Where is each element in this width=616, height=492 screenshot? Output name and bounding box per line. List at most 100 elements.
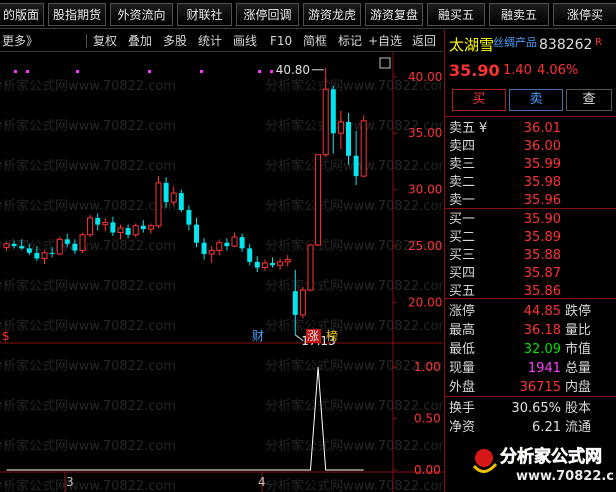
candle-body <box>292 291 298 315</box>
signal-dot <box>26 70 29 73</box>
industry-tag[interactable]: 丝绸产品 <box>493 33 537 52</box>
stat-row: 最低 32.09 市值 <box>445 340 616 359</box>
buy-level-price: 35.90 <box>523 212 561 227</box>
candle <box>117 224 124 240</box>
candle-body <box>110 222 116 233</box>
price-change: 1.40 <box>503 63 532 78</box>
kline-chart-area[interactable]: 分析家公式网www.70822.com 分析家公式网www.70822.com 分析… <box>0 52 443 492</box>
candle <box>337 110 344 150</box>
candle-body <box>337 121 344 134</box>
buy-button[interactable]: 买 <box>452 89 506 111</box>
watermark-text: 分析家公式网www.70822.com <box>0 198 176 214</box>
back-button[interactable]: 返回 <box>412 33 436 49</box>
candle-body <box>284 259 291 263</box>
stat-label: 最高 <box>449 323 476 338</box>
tab-foreign-flow[interactable]: 外资流向 <box>110 3 173 26</box>
buy-level-label: 买二 <box>449 230 476 245</box>
stat-row: 外盘 36715 内盘 <box>445 378 616 397</box>
candle-body <box>307 244 314 291</box>
simple-frame-button[interactable]: 简框 <box>303 33 327 49</box>
indicator-layer <box>6 366 364 471</box>
tab-margin-sell-five[interactable]: 融卖五 <box>489 3 549 26</box>
stat-label: 现量 <box>449 361 476 376</box>
buy-level-row[interactable]: 买二 35.89 <box>445 228 616 247</box>
buy-level-price: 35.87 <box>523 266 561 281</box>
indicator-series-line <box>6 366 364 471</box>
candle-body <box>247 248 253 262</box>
candle <box>194 217 199 248</box>
candle <box>239 233 245 252</box>
candle <box>224 238 230 251</box>
candle-body <box>49 252 55 254</box>
tab-limit-up-pullback[interactable]: 涨停回调 <box>236 3 299 26</box>
price-row: 35.90 1.40 4.06% <box>445 61 616 81</box>
candle-body <box>64 239 70 244</box>
candle <box>186 205 192 231</box>
tab-hot-money-list[interactable]: 游资龙虎 <box>303 3 361 26</box>
tab-hot-money-review[interactable]: 游资复盘 <box>365 3 423 26</box>
stat-row: 现量 1941 总量 <box>445 359 616 378</box>
candle <box>147 223 154 234</box>
candle <box>247 243 253 266</box>
sell-level-row[interactable]: 卖五 ¥ 36.01 <box>445 119 616 138</box>
statistics-button[interactable]: 统计 <box>198 33 222 49</box>
sell-level-row[interactable]: 卖二 35.98 <box>445 173 616 192</box>
adjust-button[interactable]: 复权 <box>93 33 117 49</box>
f10-button[interactable]: F10 <box>270 33 292 49</box>
tab-cls[interactable]: 财联社 <box>177 3 232 26</box>
more-button[interactable]: 更多》 <box>2 33 38 49</box>
query-button[interactable]: 查 <box>566 89 612 111</box>
candle <box>140 220 146 233</box>
sell-level-row[interactable]: 卖三 35.99 <box>445 155 616 174</box>
candle-body <box>201 242 207 254</box>
add-watchlist-button[interactable]: +自选 <box>368 33 402 49</box>
candle-body <box>277 261 284 266</box>
dividend-marker: $ <box>2 329 10 343</box>
sell-button[interactable]: 卖 <box>509 89 563 111</box>
mark-button[interactable]: 标记 <box>338 33 362 49</box>
buy-level-row[interactable]: 买四 35.87 <box>445 264 616 283</box>
watermark-text: 分析家公式网www.70822.com <box>265 318 443 334</box>
stat-label-2: 股本 <box>565 401 592 416</box>
buy-level-row[interactable]: 买一 35.90 <box>445 210 616 229</box>
signal-dot <box>258 70 261 73</box>
kline-chart[interactable]: 分析家公式网www.70822.com 分析家公式网www.70822.com 分析… <box>0 52 443 492</box>
tab-layout[interactable]: 的版面 <box>0 3 44 26</box>
candle-body <box>26 248 32 253</box>
tab-index-futures[interactable]: 股指期货 <box>48 3 106 26</box>
candle-body <box>140 225 146 230</box>
price-axis-label: 25.00 <box>408 239 442 253</box>
candle-body <box>87 217 94 236</box>
candle-body <box>224 242 230 247</box>
currency-icon: ¥ <box>479 121 488 136</box>
candle-body <box>3 243 10 248</box>
buy-level-label: 买四 <box>449 266 476 281</box>
buy-level-row[interactable]: 买三 35.88 <box>445 246 616 265</box>
overlay-button[interactable]: 叠加 <box>128 33 152 49</box>
tab-limit-up-buy[interactable]: 涨停买 <box>553 3 616 26</box>
watermark-text: 分析家公式网www.70822.com <box>265 478 443 492</box>
stat-value: 6.21 <box>532 420 561 435</box>
divider <box>445 208 616 209</box>
multi-stock-button[interactable]: 多股 <box>163 33 187 49</box>
candle-body <box>102 221 109 226</box>
divider <box>445 396 616 397</box>
sell-level-price: 35.98 <box>523 175 561 190</box>
watermark-text: 分析家公式网www.70822.com <box>0 358 176 374</box>
candle-body <box>299 289 306 316</box>
tab-margin-buy-five[interactable]: 融买五 <box>427 3 485 26</box>
buy-level-price: 35.88 <box>523 248 561 263</box>
indicator-axis-label: 1.00 <box>414 360 441 374</box>
candle-body <box>79 234 86 252</box>
signal-dot <box>76 70 79 73</box>
divider <box>445 298 616 299</box>
sell-level-row[interactable]: 卖四 36.00 <box>445 137 616 156</box>
stat-row: 换手 30.65% 股本 <box>445 399 616 418</box>
stat-label: 外盘 <box>449 380 476 395</box>
candle-body <box>117 227 124 234</box>
buy-level-price: 35.89 <box>523 230 561 245</box>
draw-line-button[interactable]: 画线 <box>233 33 257 49</box>
stock-flag: R <box>595 37 602 48</box>
watermark-text: 分析家公式网www.70822.com <box>265 438 443 454</box>
time-axis-label: 4 <box>258 475 266 489</box>
